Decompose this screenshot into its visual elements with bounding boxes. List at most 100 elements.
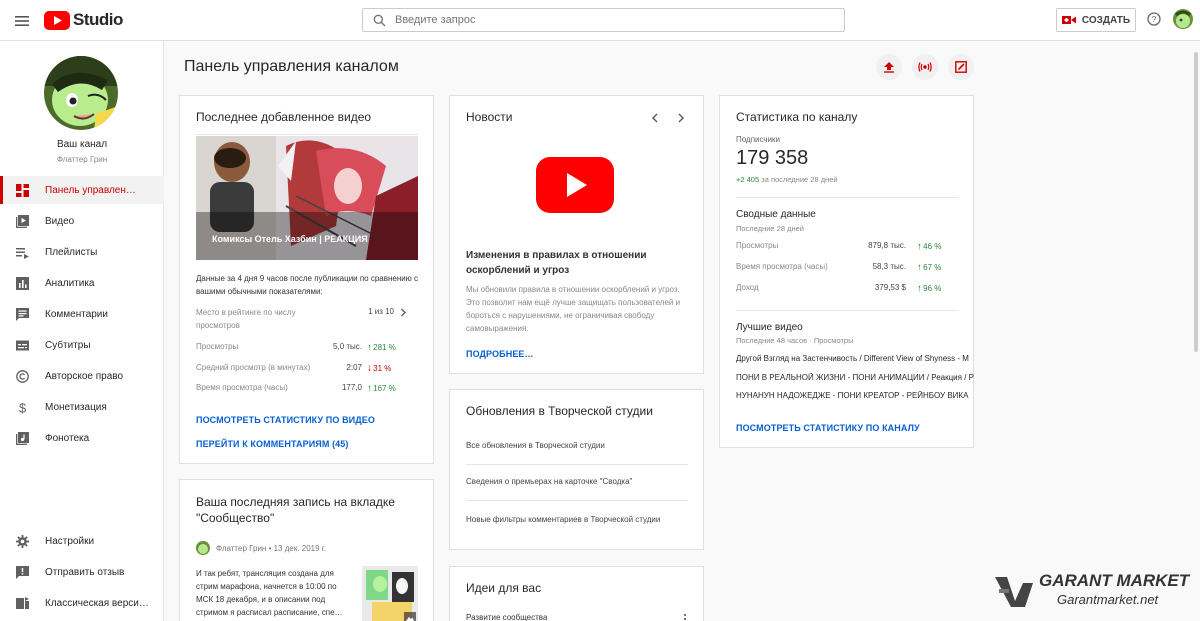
- news-more-link[interactable]: ПОДРОБНЕЕ…: [466, 349, 534, 359]
- sidebar-item-classic[interactable]: Классическая верси…: [0, 589, 164, 617]
- stat-delta: 🠑 67 %: [918, 263, 942, 272]
- sidebar-item-subtitles[interactable]: Субтитры: [0, 331, 164, 359]
- go-live-button[interactable]: [912, 54, 938, 80]
- create-label: СОЗДАТЬ: [1081, 14, 1131, 26]
- card-title: Новости: [466, 110, 513, 124]
- sidebar-item-monetization[interactable]: $ Монетизация: [0, 393, 164, 421]
- scrollbar-thumb[interactable]: [1194, 52, 1198, 352]
- summary-title: Сводные данные: [736, 209, 816, 220]
- summary-row-views: Просмотры 879,8 тыс. 🠑 46 %: [736, 241, 958, 251]
- logo-text: Studio: [73, 10, 123, 29]
- subscribers-label: Подписчики: [736, 135, 781, 144]
- summary-period: Последние 28 дней: [736, 224, 804, 233]
- card-title: Последнее добавленное видео: [196, 110, 372, 124]
- chevron-left-icon[interactable]: [651, 113, 659, 123]
- feedback-icon: [15, 565, 29, 579]
- channel-avatar[interactable]: [44, 56, 118, 130]
- studio-logo[interactable]: Studio: [44, 10, 123, 30]
- update-item[interactable]: Сведения о премьерах на карточке "Сводка…: [466, 477, 686, 486]
- search-input[interactable]: [395, 14, 795, 26]
- video-thumbnail[interactable]: Комиксы Отель Хазбин | РЕАКЦИЯ: [196, 136, 418, 260]
- rank-row: Место в рейтинге по числу просмотров 1 и…: [196, 306, 418, 334]
- sidebar-item-videos[interactable]: Видео: [0, 207, 164, 235]
- rank-value: 1 из 10: [368, 307, 394, 316]
- sidebar-item-playlists[interactable]: Плейлисты: [0, 238, 164, 266]
- sidebar-item-copyright[interactable]: Авторское право: [0, 362, 164, 390]
- studio-updates-card: Обновления в Творческой студии Все обнов…: [449, 389, 704, 550]
- subscribers-delta: +2 405: [736, 175, 760, 184]
- sidebar-item-audio-library[interactable]: Фонотека: [0, 424, 164, 452]
- classic-icon: [15, 596, 29, 610]
- latest-video-card: Последнее добавленное видео Комиксы Отел…: [179, 95, 434, 464]
- top-videos-title: Лучшие видео: [736, 322, 803, 333]
- stat-row-views: Просмотры 5,0 тыс. 🠑 281 %: [196, 342, 418, 352]
- idea-item[interactable]: Развитие сообщества: [466, 613, 547, 621]
- copyright-icon: [15, 369, 29, 383]
- channel-stats-link[interactable]: ПОСМОТРЕТЬ СТАТИСТИКУ ПО КАНАЛУ: [736, 423, 920, 433]
- svg-text:$: $: [18, 401, 26, 414]
- sidebar-item-label: Видео: [45, 215, 75, 227]
- chevron-right-icon[interactable]: [677, 113, 685, 123]
- stat-label: Средний просмотр (в минутах): [196, 363, 311, 372]
- sidebar-item-comments[interactable]: Комментарии: [0, 300, 164, 328]
- community-post-card: Ваша последняя запись на вкладке "Сообще…: [179, 479, 434, 621]
- update-item[interactable]: Новые фильтры комментариев в Творческой …: [466, 513, 666, 526]
- top-video-item[interactable]: Другой Взгляд на Застенчивость / Differe…: [736, 354, 974, 363]
- channel-stats-card: Статистика по каналу Подписчики 179 358 …: [719, 95, 974, 448]
- post-meta: Флаттер Грин • 13 дек. 2019 г.: [216, 544, 326, 553]
- sidebar-item-dashboard[interactable]: Панель управлен…: [0, 176, 164, 204]
- sidebar-item-label: Субтитры: [45, 339, 91, 351]
- top-videos-period: Последние 48 часов · Просмотры: [736, 336, 854, 345]
- stat-value: 5,0 тыс.: [333, 342, 362, 351]
- hamburger-menu-icon[interactable]: [12, 11, 32, 31]
- sidebar-item-settings[interactable]: Настройки: [0, 527, 164, 555]
- stat-delta: 🠓 31 %: [368, 364, 392, 373]
- image-gallery-icon: [404, 612, 416, 621]
- post-author[interactable]: Флаттер Грин: [216, 544, 266, 553]
- create-button[interactable]: СОЗДАТЬ: [1056, 8, 1136, 32]
- watermark: GARANT MARKET Garantmarket.net: [993, 571, 1193, 611]
- audio-library-icon: [15, 431, 29, 445]
- subscribers-delta-row: +2 405 за последние 28 дней: [736, 175, 838, 184]
- search-box[interactable]: [362, 8, 845, 32]
- stat-label: Доход: [736, 283, 759, 292]
- stat-value: 879,8 тыс.: [868, 241, 906, 250]
- youtube-logo-icon: [44, 10, 70, 30]
- sidebar-item-analytics[interactable]: Аналитика: [0, 269, 164, 297]
- stat-label: Время просмотра (часы): [196, 383, 288, 392]
- watermark-title: GARANT MARKET: [1039, 571, 1190, 590]
- channel-name: Флаттер Грин: [56, 155, 108, 164]
- sidebar-item-label: Фонотека: [45, 432, 90, 444]
- chevron-right-icon[interactable]: [400, 308, 407, 317]
- youtube-play-icon: [536, 157, 614, 213]
- card-title: Обновления в Творческой студии: [466, 404, 653, 418]
- help-icon[interactable]: ?: [1147, 12, 1161, 26]
- comments-icon: [15, 307, 29, 321]
- more-vertical-icon[interactable]: [683, 613, 687, 621]
- stat-delta: 🠑 167 %: [368, 384, 396, 393]
- top-video-item[interactable]: ПОНИ В РЕАЛЬНОЙ ЖИЗНИ - ПОНИ АНИМАЦИИ / …: [736, 373, 974, 382]
- post-image[interactable]: [362, 566, 418, 621]
- top-video-item[interactable]: НУНАНУН НАДОЖЕДЖЕ - ПОНИ КРЕАТОР - РЕЙНБ…: [736, 391, 974, 400]
- playlist-icon: [15, 245, 29, 259]
- video-stats-link[interactable]: ПОСМОТРЕТЬ СТАТИСТИКУ ПО ВИДЕО: [196, 415, 375, 425]
- stat-delta: 🠑 96 %: [918, 284, 942, 293]
- live-broadcast-icon: [918, 62, 932, 72]
- upload-button[interactable]: [876, 54, 902, 80]
- sidebar-item-feedback[interactable]: Отправить отзыв: [0, 558, 164, 586]
- create-post-button[interactable]: [948, 54, 974, 80]
- dashboard-icon: [15, 183, 29, 197]
- post-text: И так ребят, трансляция создана для стри…: [196, 569, 343, 617]
- update-item[interactable]: Все обновления в Творческой студии: [466, 441, 686, 450]
- gear-icon: [15, 534, 29, 548]
- card-title: Ваша последняя запись на вкладке "Сообще…: [196, 495, 395, 525]
- account-avatar[interactable]: [1173, 9, 1193, 29]
- sidebar-item-label: Классическая верси…: [45, 597, 149, 609]
- news-card: Новости Изменения в правилах в отношении…: [449, 95, 704, 374]
- news-headline: Изменения в правилах в отношении оскорбл…: [466, 250, 647, 276]
- top-bar: Studio СОЗДАТЬ ?: [0, 0, 1200, 41]
- stat-label: Просмотры: [736, 241, 779, 250]
- upload-icon: [884, 62, 894, 73]
- comments-link[interactable]: ПЕРЕЙТИ К КОММЕНТАРИЯМ (45): [196, 439, 348, 449]
- divider: [466, 500, 688, 501]
